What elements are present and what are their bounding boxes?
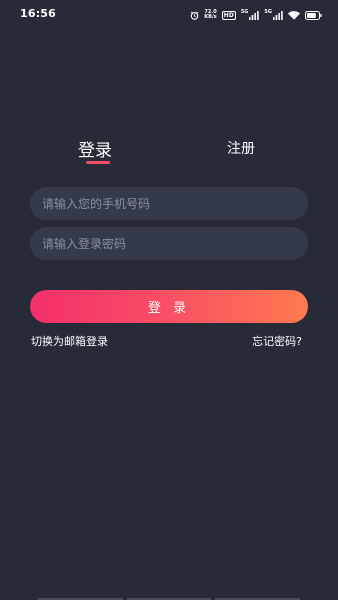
alarm-icon [190, 11, 199, 20]
status-icons: 72.0 KB/s HD 5G 5G [190, 8, 322, 22]
battery-icon [305, 10, 322, 20]
hd-badge: HD [221, 10, 236, 20]
tab-login[interactable]: 登录 [78, 136, 112, 161]
phone-input[interactable] [42, 196, 296, 211]
signal-icon-2 [273, 10, 283, 20]
forgot-password-link[interactable]: 忘记密码? [252, 333, 302, 349]
signal-icon-1 [249, 10, 260, 20]
switch-to-email-login-link[interactable]: 切换为邮箱登录 [31, 333, 108, 349]
wifi-icon [288, 10, 300, 20]
login-button[interactable]: 登 录 [30, 290, 308, 323]
password-input[interactable] [42, 236, 296, 251]
auth-tabs: 登录 注册 [0, 130, 338, 170]
status-bar: 16:56 72.0 KB/s HD 5G 5G [0, 0, 338, 30]
network-type-1: 5G [240, 8, 249, 15]
network-type-2: 5G [264, 8, 272, 15]
status-time: 16:56 [20, 7, 57, 20]
network-speed-unit: KB/s [204, 14, 217, 20]
tab-register[interactable]: 注册 [227, 138, 255, 158]
network-speed: 72.0 KB/s [204, 10, 217, 20]
password-field-container [30, 227, 308, 260]
tab-login-active-indicator [86, 161, 110, 164]
phone-field-container [30, 187, 308, 220]
